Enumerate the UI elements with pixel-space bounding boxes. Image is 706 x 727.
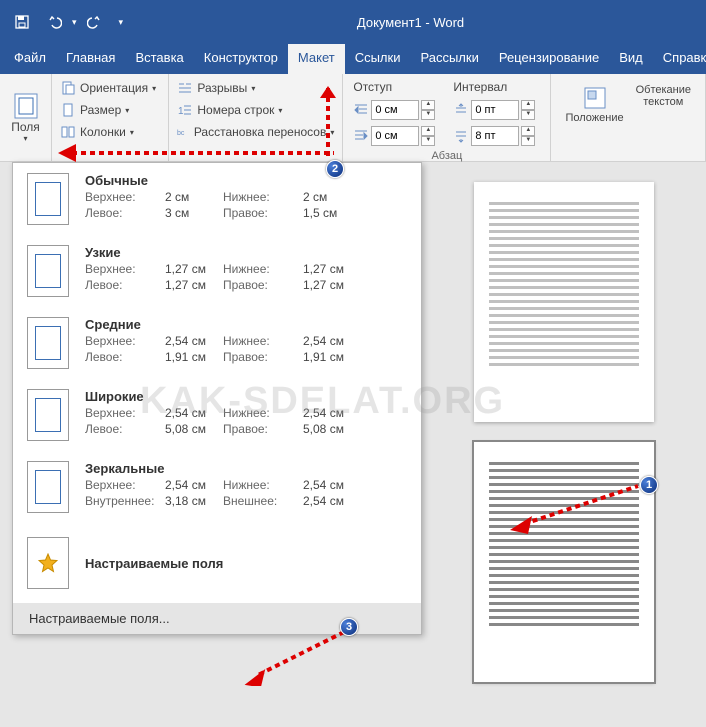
preset-icon: [27, 245, 69, 297]
tab-review[interactable]: Рецензирование: [489, 44, 609, 74]
indent-right-spinner[interactable]: ▲▼: [353, 126, 435, 146]
svg-text:bc: bc: [177, 130, 185, 137]
margin-preset-0[interactable]: Обычные Верхнее:2 смНижнее:2 см Левое:3 …: [13, 163, 421, 235]
columns-button[interactable]: Колонки ▾: [58, 122, 162, 142]
margins-dropdown: Обычные Верхнее:2 смНижнее:2 см Левое:3 …: [12, 162, 422, 635]
margin-preset-2[interactable]: Средние Верхнее:2,54 смНижнее:2,54 см Ле…: [13, 307, 421, 379]
pages-panel: [422, 162, 706, 727]
ribbon: Поля ▾ Ориентация ▾ Размер ▾ Колонки ▾ Р…: [0, 74, 706, 162]
save-button[interactable]: [8, 8, 36, 36]
page-thumbnail-1[interactable]: [474, 182, 654, 422]
preset-name: Средние: [85, 317, 407, 332]
indent-left-input[interactable]: [371, 100, 419, 120]
orientation-button[interactable]: Ориентация ▾: [58, 78, 162, 98]
custom-margins-item[interactable]: Настраиваемые поля: [13, 523, 421, 603]
margin-preset-1[interactable]: Узкие Верхнее:1,27 смНижнее:1,27 см Лево…: [13, 235, 421, 307]
page-thumbnail-2[interactable]: [474, 442, 654, 682]
redo-button[interactable]: [81, 8, 109, 36]
svg-text:1: 1: [178, 106, 184, 117]
tab-references[interactable]: Ссылки: [345, 44, 411, 74]
preset-icon: [27, 173, 69, 225]
undo-button[interactable]: [40, 8, 68, 36]
margin-preset-4[interactable]: Зеркальные Верхнее:2,54 смНижнее:2,54 см…: [13, 451, 421, 523]
margins-label: Поля: [11, 120, 40, 134]
titlebar: ▾ ▾ Документ1 - Word: [0, 0, 706, 44]
spacing-after-input[interactable]: [471, 126, 519, 146]
callout-3: 3: [340, 618, 358, 636]
spacing-label: Интервал: [453, 80, 507, 94]
margins-button[interactable]: Поля ▾: [6, 78, 45, 157]
tab-design[interactable]: Конструктор: [194, 44, 288, 74]
tab-home[interactable]: Главная: [56, 44, 125, 74]
quick-access-toolbar: ▾ ▾: [8, 8, 123, 36]
breaks-button[interactable]: Разрывы ▾: [175, 78, 336, 98]
indent-left-spinner[interactable]: ▲▼: [353, 100, 435, 120]
paragraph-group-label: Абзац: [349, 148, 544, 162]
preset-icon: [27, 317, 69, 369]
preset-name: Зеркальные: [85, 461, 407, 476]
ribbon-tabs: Файл Главная Вставка Конструктор Макет С…: [0, 44, 706, 74]
wrap-text-button[interactable]: Обтекание текстом: [632, 82, 695, 126]
callout-1: 1: [640, 476, 658, 494]
preset-icon: [27, 389, 69, 441]
preset-name: Узкие: [85, 245, 407, 260]
preset-name: Широкие: [85, 389, 407, 404]
preset-icon: [27, 461, 69, 513]
tab-help[interactable]: Справка: [653, 44, 706, 74]
indent-right-input[interactable]: [371, 126, 419, 146]
size-button[interactable]: Размер ▾: [58, 100, 162, 120]
line-numbers-button[interactable]: 1Номера строк ▾: [175, 100, 336, 120]
preset-name: Обычные: [85, 173, 407, 188]
tab-layout[interactable]: Макет: [288, 44, 345, 74]
spacing-before-input[interactable]: [471, 100, 519, 120]
indent-label: Отступ: [353, 80, 392, 94]
tab-file[interactable]: Файл: [4, 44, 56, 74]
tab-view[interactable]: Вид: [609, 44, 653, 74]
callout-2: 2: [326, 160, 344, 178]
window-title: Документ1 - Word: [123, 15, 698, 30]
spacing-after-spinner[interactable]: ▲▼: [453, 126, 535, 146]
tab-mailings[interactable]: Рассылки: [410, 44, 488, 74]
star-icon: [27, 537, 69, 589]
margin-preset-3[interactable]: Широкие Верхнее:2,54 смНижнее:2,54 см Ле…: [13, 379, 421, 451]
hyphenation-button[interactable]: bcРасстановка переносов ▾: [175, 122, 336, 142]
custom-margins-label: Настраиваемые поля: [85, 556, 223, 571]
custom-margins-footer[interactable]: Настраиваемые поля...: [13, 603, 421, 634]
tab-insert[interactable]: Вставка: [125, 44, 193, 74]
spacing-before-spinner[interactable]: ▲▼: [453, 100, 535, 120]
position-button[interactable]: Положение: [561, 82, 627, 126]
